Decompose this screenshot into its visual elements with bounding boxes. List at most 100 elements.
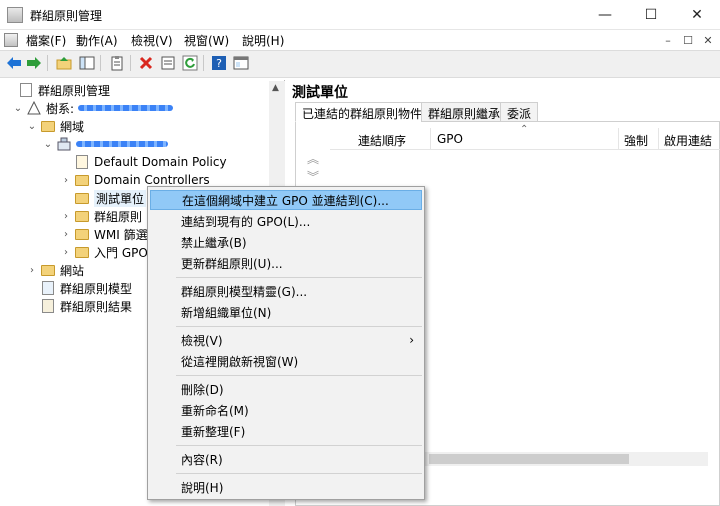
move-order-arrows[interactable]: ︽ ︾ <box>303 150 323 190</box>
context-menu-item-label: 檢視(V) <box>181 333 223 348</box>
window-title: 群組原則管理 <box>30 9 103 23</box>
copy-icon[interactable] <box>159 54 177 72</box>
chevron-right-icon[interactable]: › <box>60 229 72 240</box>
app-icon <box>7 7 23 23</box>
page-title: 測試單位 <box>292 85 348 101</box>
folder-up-icon[interactable] <box>55 54 73 72</box>
context-menu-item[interactable]: 重新整理(F) <box>150 421 422 441</box>
chevron-right-icon[interactable]: › <box>26 265 38 276</box>
tree-toggle-icon[interactable] <box>78 54 96 72</box>
menu-separator <box>176 375 422 376</box>
context-menu-item-label: 禁止繼承(B) <box>181 235 247 250</box>
context-menu-item-label: 重新整理(F) <box>181 424 246 439</box>
redacted-text <box>78 105 174 111</box>
toolbar-separator <box>130 55 131 71</box>
column-divider <box>618 128 619 150</box>
tree-forest[interactable]: ⌄ 樹系: <box>4 99 266 117</box>
mdi-restore-button[interactable]: ☐ <box>680 32 696 48</box>
gpo-link-icon <box>74 155 90 169</box>
context-menu-item[interactable]: 從這裡開啟新視窗(W) <box>150 351 422 371</box>
context-menu-item-label: 群組原則模型精靈(G)... <box>181 284 308 299</box>
redacted-text <box>76 141 168 147</box>
context-menu-item[interactable]: 內容(R) <box>150 449 422 469</box>
maximize-button[interactable]: ☐ <box>628 0 674 30</box>
context-menu-item[interactable]: 說明(H) <box>150 477 422 497</box>
modeling-icon <box>40 281 56 295</box>
column-link-order[interactable]: 連結順序 <box>358 132 406 149</box>
refresh-icon[interactable] <box>181 54 199 72</box>
folder-icon <box>74 245 90 259</box>
context-menu-item[interactable]: 重新命名(M) <box>150 400 422 420</box>
column-divider <box>658 128 659 150</box>
context-menu-item-label: 從這裡開啟新視窗(W) <box>181 354 299 369</box>
chevron-right-icon[interactable]: › <box>60 211 72 222</box>
menu-action[interactable]: 動作(A) <box>76 32 118 49</box>
tab-delegation[interactable]: 委派 <box>500 102 539 122</box>
chevron-right-icon: › <box>409 333 414 347</box>
context-menu-item-label: 更新群組原則(U)... <box>181 256 283 271</box>
menu-separator <box>176 326 422 327</box>
context-menu-item-label: 連結到現有的 GPO(L)... <box>181 214 311 229</box>
tab-linked-gpos[interactable]: 已連結的群組原則物件 <box>295 102 430 122</box>
domain-icon <box>56 137 72 151</box>
context-menu-item-label: 在這個網域中建立 GPO 並連結到(C)... <box>182 193 389 208</box>
chevron-right-icon[interactable]: › <box>60 247 72 258</box>
tab-inheritance[interactable]: 群組原則繼承 <box>421 102 508 122</box>
context-menu-item[interactable]: 群組原則模型精靈(G)... <box>150 281 422 301</box>
context-menu-item[interactable]: 檢視(V) › <box>150 330 422 350</box>
tree-item-default-domain-policy[interactable]: Default Domain Policy <box>4 153 266 171</box>
menu-window[interactable]: 視窗(W) <box>184 32 229 49</box>
toolbar-separator <box>100 55 101 71</box>
console-icon[interactable] <box>232 54 250 72</box>
column-divider <box>430 128 431 150</box>
close-button[interactable]: ✕ <box>674 0 720 30</box>
menu-file[interactable]: 檔案(F) <box>26 32 66 49</box>
context-menu-item-label: 重新命名(M) <box>181 403 249 418</box>
context-menu-item-label: 新增組織單位(N) <box>181 305 272 320</box>
toolbar-separator <box>203 55 204 71</box>
menu-separator <box>176 445 422 446</box>
chevron-down-icon[interactable]: ⌄ <box>26 121 38 132</box>
column-enforced[interactable]: 強制 <box>624 132 648 149</box>
tree-root[interactable]: 群組原則管理 <box>4 81 266 99</box>
column-link-enabled[interactable]: 啟用連結 <box>664 132 720 149</box>
console-icon[interactable] <box>4 33 18 47</box>
results-icon <box>40 299 56 313</box>
minimize-button[interactable]: — <box>582 0 628 30</box>
tree-domain-node[interactable]: ⌄ <box>4 135 266 153</box>
folder-icon <box>74 209 90 223</box>
menu-separator <box>176 473 422 474</box>
menu-help[interactable]: 說明(H) <box>242 32 284 49</box>
context-menu-item[interactable]: 刪除(D) <box>150 379 422 399</box>
chevron-down-icon[interactable]: ⌄ <box>12 103 24 114</box>
context-menu-item-label: 內容(R) <box>181 452 223 467</box>
arrow-left-icon[interactable] <box>5 54 23 72</box>
delete-icon[interactable] <box>137 54 155 72</box>
menu-view[interactable]: 檢視(V) <box>131 32 173 49</box>
context-menu-item[interactable]: 更新群組原則(U)... <box>150 253 422 273</box>
column-gpo[interactable]: GPO <box>437 132 463 146</box>
chevron-down-icon[interactable]: ⌄ <box>42 139 54 150</box>
context-menu-item[interactable]: 新增組織單位(N) <box>150 302 422 322</box>
gpm-icon <box>18 83 34 97</box>
context-menu-item[interactable]: 連結到現有的 GPO(L)... <box>150 211 422 231</box>
ou-folder-icon <box>74 173 90 187</box>
arrow-right-icon[interactable] <box>25 54 43 72</box>
context-menu-item-label: 刪除(D) <box>181 382 224 397</box>
chevron-right-icon[interactable]: › <box>60 175 72 186</box>
clipboard-icon[interactable] <box>108 54 126 72</box>
context-menu: 在這個網域中建立 GPO 並連結到(C)... 連結到現有的 GPO(L)... 禁… <box>147 186 425 500</box>
context-menu-item[interactable]: 在這個網域中建立 GPO 並連結到(C)... <box>150 190 422 210</box>
ou-folder-icon <box>74 191 90 205</box>
move-up-icon[interactable]: ︽ <box>303 150 323 168</box>
tree-domains[interactable]: ⌄ 網域 <box>4 117 266 135</box>
context-menu-item[interactable]: 禁止繼承(B) <box>150 232 422 252</box>
mdi-minimize-button[interactable]: – <box>660 32 676 48</box>
sort-up-icon: ⌃ <box>520 124 529 135</box>
help-icon[interactable]: ? <box>210 54 228 72</box>
move-down-icon[interactable]: ︾ <box>303 168 323 186</box>
horizontal-scrollbar[interactable] <box>425 452 708 466</box>
mdi-close-button[interactable]: ✕ <box>700 32 716 48</box>
forest-icon <box>26 101 42 115</box>
context-menu-item-label: 說明(H) <box>181 480 224 495</box>
